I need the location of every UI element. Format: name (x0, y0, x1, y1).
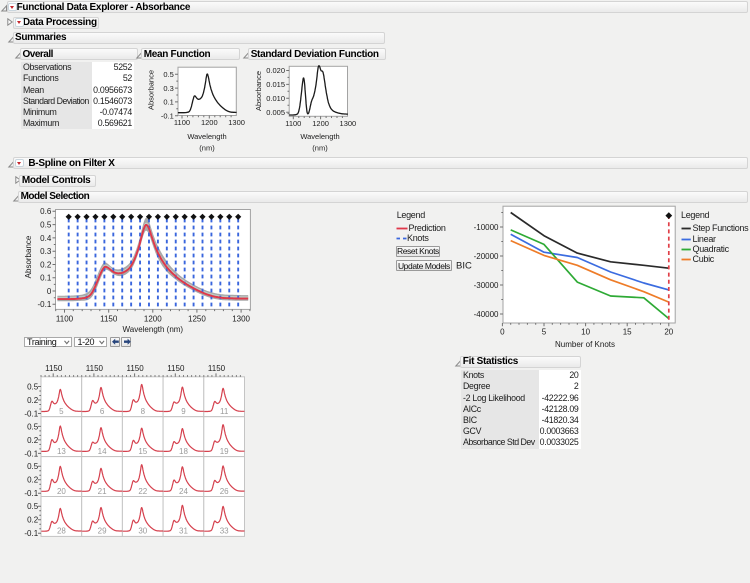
svg-text:-0.1: -0.1 (24, 489, 38, 498)
svg-text:0.5: 0.5 (27, 502, 39, 511)
svg-text:26: 26 (220, 487, 229, 496)
svg-text:(nm): (nm) (199, 144, 215, 153)
svg-text:15: 15 (138, 447, 147, 456)
svg-text:0.010: 0.010 (266, 94, 285, 103)
svg-text:0.5: 0.5 (40, 221, 52, 230)
svg-text:Absorbance: Absorbance (24, 235, 33, 278)
svg-text:13: 13 (57, 447, 66, 456)
svg-text:-0.1: -0.1 (24, 529, 38, 538)
svg-text:30: 30 (138, 527, 147, 536)
svg-text:28: 28 (57, 527, 66, 536)
svg-text:-0.1: -0.1 (38, 300, 52, 309)
svg-text:0.1: 0.1 (40, 274, 52, 283)
svg-text:15: 15 (623, 328, 632, 337)
svg-text:0.2: 0.2 (27, 476, 39, 485)
svg-text:0.2: 0.2 (27, 516, 39, 525)
svg-text:1150: 1150 (86, 364, 104, 373)
svg-text:31: 31 (179, 527, 188, 536)
svg-text:0.3: 0.3 (163, 84, 173, 93)
svg-text:18: 18 (179, 447, 188, 456)
svg-text:BIC: BIC (456, 261, 472, 272)
svg-text:1150: 1150 (45, 364, 63, 373)
svg-text:0.6: 0.6 (40, 207, 52, 216)
svg-text:0.1: 0.1 (163, 98, 173, 107)
svg-text:1300: 1300 (228, 118, 245, 127)
svg-text:22: 22 (138, 487, 147, 496)
svg-text:-20000: -20000 (474, 252, 499, 261)
svg-text:1100: 1100 (174, 118, 190, 127)
svg-text:-0.1: -0.1 (161, 112, 174, 121)
svg-text:19: 19 (220, 447, 229, 456)
svg-text:-0.1: -0.1 (24, 409, 38, 418)
svg-text:14: 14 (98, 447, 107, 456)
svg-text:5: 5 (542, 328, 547, 337)
svg-text:33: 33 (220, 527, 229, 536)
svg-text:20: 20 (57, 487, 66, 496)
svg-text:9: 9 (181, 407, 186, 416)
svg-text:20: 20 (664, 328, 673, 337)
svg-text:0: 0 (47, 287, 52, 296)
svg-text:0: 0 (500, 328, 505, 337)
svg-text:0.5: 0.5 (27, 462, 39, 471)
svg-text:1100: 1100 (56, 315, 74, 324)
svg-text:24: 24 (179, 487, 188, 496)
svg-text:0.5: 0.5 (27, 382, 39, 391)
svg-text:0.020: 0.020 (266, 66, 285, 75)
svg-text:0.5: 0.5 (27, 422, 39, 431)
svg-text:Wavelength (nm): Wavelength (nm) (122, 325, 183, 334)
svg-text:1150: 1150 (167, 364, 185, 373)
svg-text:21: 21 (98, 487, 107, 496)
svg-text:8: 8 (141, 407, 146, 416)
svg-text:Wavelength: Wavelength (187, 132, 226, 141)
svg-text:1200: 1200 (144, 315, 162, 324)
svg-text:Absorbance: Absorbance (254, 71, 263, 111)
svg-text:-0.1: -0.1 (24, 449, 38, 458)
svg-text:11: 11 (220, 407, 229, 416)
svg-text:Absorbance: Absorbance (147, 70, 156, 110)
svg-text:1200: 1200 (201, 118, 218, 127)
svg-text:1150: 1150 (208, 364, 226, 373)
svg-text:1150: 1150 (100, 315, 118, 324)
svg-text:(nm): (nm) (312, 144, 328, 153)
svg-text:0.3: 0.3 (40, 247, 52, 256)
svg-text:-30000: -30000 (474, 281, 499, 290)
svg-text:1150: 1150 (126, 364, 144, 373)
svg-text:0.2: 0.2 (40, 260, 52, 269)
svg-text:1200: 1200 (312, 119, 329, 128)
svg-text:-10000: -10000 (474, 223, 499, 232)
svg-text:1300: 1300 (340, 119, 357, 128)
svg-text:0.2: 0.2 (27, 396, 39, 405)
svg-text:6: 6 (100, 407, 105, 416)
svg-text:0.015: 0.015 (266, 80, 285, 89)
svg-text:-40000: -40000 (474, 310, 499, 319)
svg-text:0.2: 0.2 (27, 436, 39, 445)
svg-text:0.5: 0.5 (163, 70, 173, 79)
svg-text:1300: 1300 (232, 315, 250, 324)
svg-text:0.005: 0.005 (266, 108, 285, 117)
svg-text:Number of Knots: Number of Knots (555, 340, 615, 349)
svg-text:29: 29 (98, 527, 107, 536)
svg-text:10: 10 (581, 328, 590, 337)
svg-text:0.4: 0.4 (40, 234, 52, 243)
svg-text:1100: 1100 (285, 119, 301, 128)
svg-text:1250: 1250 (188, 315, 206, 324)
svg-text:Wavelength: Wavelength (300, 132, 339, 141)
svg-text:5: 5 (59, 407, 64, 416)
